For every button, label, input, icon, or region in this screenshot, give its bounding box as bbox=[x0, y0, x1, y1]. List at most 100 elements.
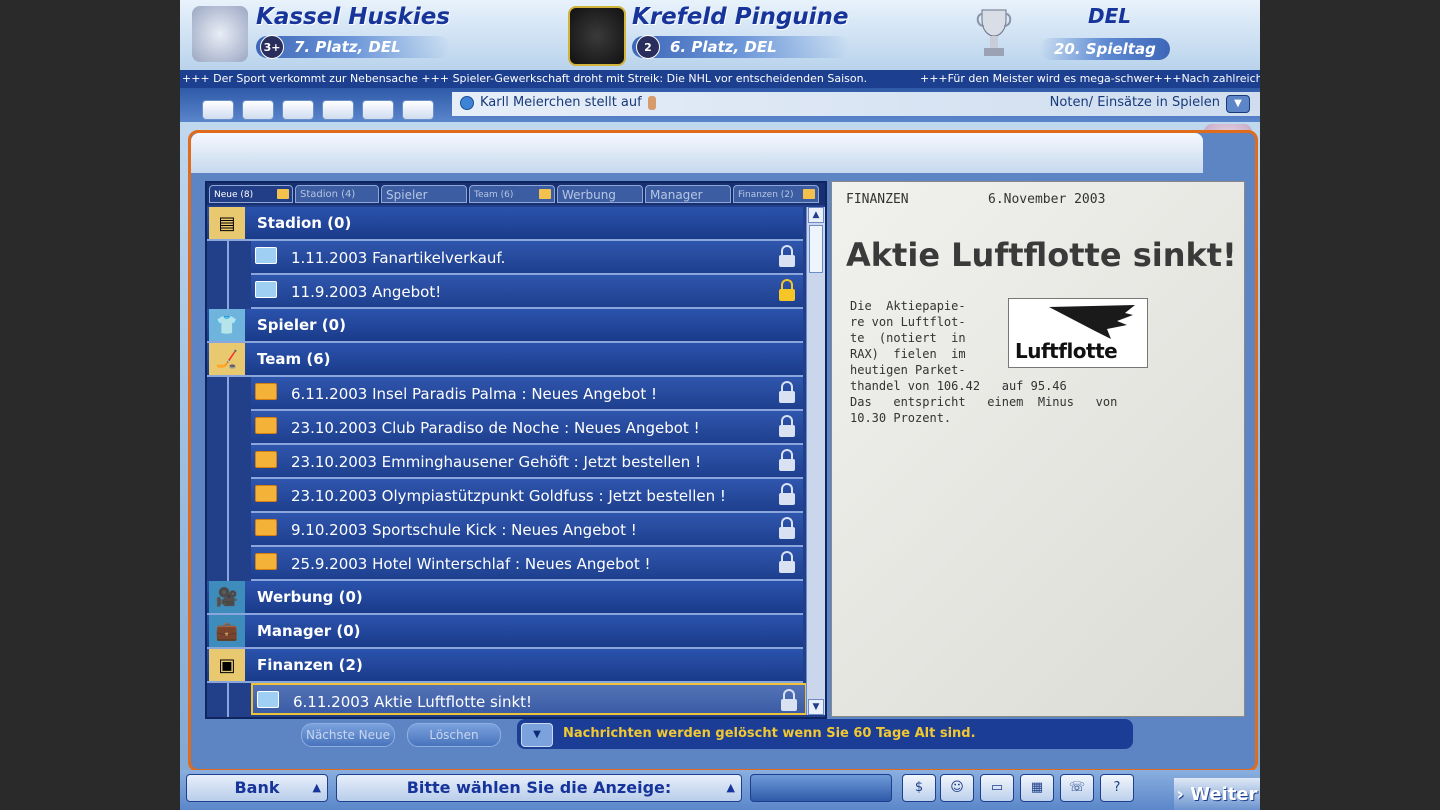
category-team[interactable]: 🏒 Team (6) bbox=[207, 343, 803, 377]
help-icon[interactable]: ? bbox=[1100, 774, 1134, 802]
display-selector-label[interactable]: Noten/ Einsätze in Spielen bbox=[1050, 95, 1220, 110]
message-row[interactable]: 23.10.2003 Club Paradiso de Noche : Neue… bbox=[251, 411, 803, 445]
briefcase-icon: 💼 bbox=[209, 615, 245, 647]
lock-open-icon[interactable] bbox=[779, 483, 795, 505]
lock-open-icon[interactable] bbox=[779, 449, 795, 471]
away-team-rank-badge: 2 bbox=[636, 35, 660, 59]
message-row[interactable]: 11.9.2003 Angebot! bbox=[251, 275, 803, 309]
lock-open-icon[interactable] bbox=[779, 381, 795, 403]
message-row[interactable]: 25.9.2003 Hotel Winterschlaf : Neues Ang… bbox=[251, 547, 803, 581]
news-ticker: +++ Der Sport verkommt zur Nebensache ++… bbox=[180, 70, 1260, 88]
toolbar-button[interactable] bbox=[402, 100, 434, 120]
category-manager[interactable]: 💼 Manager (0) bbox=[207, 615, 803, 649]
tab-werbung[interactable]: Werbung bbox=[557, 185, 643, 203]
clipboard-icon: ▤ bbox=[209, 207, 245, 239]
lock-closed-icon[interactable] bbox=[779, 279, 795, 301]
brand-text: Luftflotte bbox=[1015, 339, 1118, 363]
lineup-status-text: Karll Meierchen stellt auf bbox=[480, 95, 642, 110]
message-subject: 1.11.2003 Fanartikelverkauf. bbox=[291, 249, 506, 267]
krefeld-pinguine-logo bbox=[568, 6, 626, 66]
tree-line bbox=[227, 375, 229, 581]
next-new-button[interactable]: Nächste Neue bbox=[301, 723, 395, 747]
article-date: 6.November 2003 bbox=[988, 192, 1106, 207]
scroll-down-icon[interactable]: ▼ bbox=[808, 699, 824, 715]
message-subject: 6.11.2003 Aktie Luftflotte sinkt! bbox=[293, 693, 533, 711]
toolbar-button[interactable] bbox=[322, 100, 354, 120]
category-label: Stadion (0) bbox=[257, 214, 352, 232]
game-window: Kassel Huskies 3+ 7. Platz, DEL Krefeld … bbox=[180, 0, 1260, 810]
tab-team[interactable]: Team (6) bbox=[469, 185, 555, 203]
tab-label: Spieler bbox=[386, 188, 428, 202]
camera-icon: 🎥 bbox=[209, 581, 245, 613]
chevron-down-icon[interactable]: ▼ bbox=[521, 723, 553, 747]
home-team-info: 3+ 7. Platz, DEL bbox=[256, 35, 450, 59]
display-select[interactable]: Bitte wählen Sie die Anzeige: ▲ bbox=[336, 774, 742, 802]
category-label: Spieler (0) bbox=[257, 316, 346, 334]
tab-finanzen[interactable]: Finanzen (2) bbox=[733, 185, 819, 203]
message-row[interactable]: 6.11.2003 Insel Paradis Palma : Neues An… bbox=[251, 377, 803, 411]
scroll-thumb[interactable] bbox=[809, 225, 823, 273]
message-row-selected[interactable]: 6.11.2003 Aktie Luftflotte sinkt! bbox=[251, 683, 807, 715]
trophy-icon bbox=[976, 6, 1012, 64]
monitor-icon[interactable]: ▭ bbox=[980, 774, 1014, 802]
tab-manager[interactable]: Manager bbox=[645, 185, 731, 203]
toolbar-button[interactable] bbox=[362, 100, 394, 120]
toolbar-button[interactable] bbox=[202, 100, 234, 120]
matchday: 20. Spieltag bbox=[1054, 40, 1156, 58]
article-headline: Aktie Luftflotte sinkt! bbox=[846, 236, 1237, 274]
message-row[interactable]: 1.11.2003 Fanartikelverkauf. bbox=[251, 241, 803, 275]
money-icon[interactable]: $ bbox=[902, 774, 936, 802]
message-subject: 25.9.2003 Hotel Winterschlaf : Neues Ang… bbox=[291, 555, 651, 573]
tab-label: Team (6) bbox=[474, 190, 514, 200]
safe-icon: ▣ bbox=[209, 649, 245, 681]
notice-text: Nachrichten werden gelöscht wenn Sie 60 … bbox=[563, 726, 976, 741]
action-bar: Nächste Neue Löschen ▼ Nachrichten werde… bbox=[205, 719, 1245, 751]
envelope-icon bbox=[539, 189, 551, 199]
phone-icon[interactable]: ☏ bbox=[1060, 774, 1094, 802]
lock-open-icon[interactable] bbox=[781, 689, 797, 711]
toolbar-button[interactable] bbox=[282, 100, 314, 120]
message-subject: 23.10.2003 Emminghausener Gehöft : Jetzt… bbox=[291, 453, 702, 471]
envelope-icon bbox=[255, 485, 277, 502]
home-team-place: 7. Platz, DEL bbox=[294, 38, 401, 56]
tab-stadion[interactable]: Stadion (4) bbox=[295, 185, 379, 203]
calendar-icon[interactable]: ▦ bbox=[1020, 774, 1054, 802]
category-tabs: Neue (8) Stadion (4) Spieler Team (6) We… bbox=[207, 183, 825, 205]
lock-open-icon[interactable] bbox=[779, 517, 795, 539]
status-bar: Bank ▲ Bitte wählen Sie die Anzeige: ▲ $ ☺… bbox=[180, 770, 1260, 810]
lock-open-icon[interactable] bbox=[779, 415, 795, 437]
chevron-down-icon[interactable]: ▼ bbox=[1226, 95, 1250, 113]
category-label: Manager (0) bbox=[257, 622, 361, 640]
open-envelope-icon bbox=[255, 247, 277, 264]
scroll-up-icon[interactable]: ▲ bbox=[808, 207, 824, 223]
continue-button[interactable]: › Weiter bbox=[1174, 778, 1260, 810]
category-spieler[interactable]: 👕 Spieler (0) bbox=[207, 309, 803, 343]
status-dot-icon bbox=[460, 95, 474, 110]
lock-open-icon[interactable] bbox=[779, 551, 795, 573]
message-row[interactable]: 9.10.2003 Sportschule Kick : Neues Angeb… bbox=[251, 513, 803, 547]
category-stadion[interactable]: ▤ Stadion (0) bbox=[207, 207, 803, 241]
category-werbung[interactable]: 🎥 Werbung (0) bbox=[207, 581, 803, 615]
article-panel: FINANZEN 6.November 2003 Aktie Luftflott… bbox=[831, 181, 1245, 717]
category-finanzen[interactable]: ▣ Finanzen (2) bbox=[207, 649, 803, 683]
message-row[interactable]: 23.10.2003 Olympiastützpunkt Goldfuss : … bbox=[251, 479, 803, 513]
display-preview[interactable] bbox=[750, 774, 892, 802]
tab-new[interactable]: Neue (8) bbox=[209, 185, 293, 203]
message-list-panel: Neue (8) Stadion (4) Spieler Team (6) We… bbox=[205, 181, 827, 719]
message-row[interactable]: 23.10.2003 Emminghausener Gehöft : Jetzt… bbox=[251, 445, 803, 479]
toolbar-button[interactable] bbox=[242, 100, 274, 120]
bank-selector[interactable]: Bank ▲ bbox=[186, 774, 328, 802]
message-subject: 23.10.2003 Olympiastützpunkt Goldfuss : … bbox=[291, 487, 726, 505]
away-team: Krefeld Pinguine 2 6. Platz, DEL bbox=[632, 4, 849, 59]
list-scrollbar[interactable]: ▲ ▼ bbox=[806, 207, 825, 715]
lock-open-icon[interactable] bbox=[779, 245, 795, 267]
hockey-stick-icon: 🏒 bbox=[209, 343, 245, 375]
person-icon[interactable]: ☺ bbox=[940, 774, 974, 802]
tab-spieler[interactable]: Spieler bbox=[381, 185, 467, 203]
tree-line bbox=[227, 239, 229, 309]
tab-label: Neue (8) bbox=[214, 190, 254, 200]
away-team-info: 2 6. Platz, DEL bbox=[632, 35, 849, 59]
away-team-place: 6. Platz, DEL bbox=[670, 38, 777, 56]
display-prompt: Bitte wählen Sie die Anzeige: bbox=[406, 778, 672, 797]
delete-button[interactable]: Löschen bbox=[407, 723, 501, 747]
